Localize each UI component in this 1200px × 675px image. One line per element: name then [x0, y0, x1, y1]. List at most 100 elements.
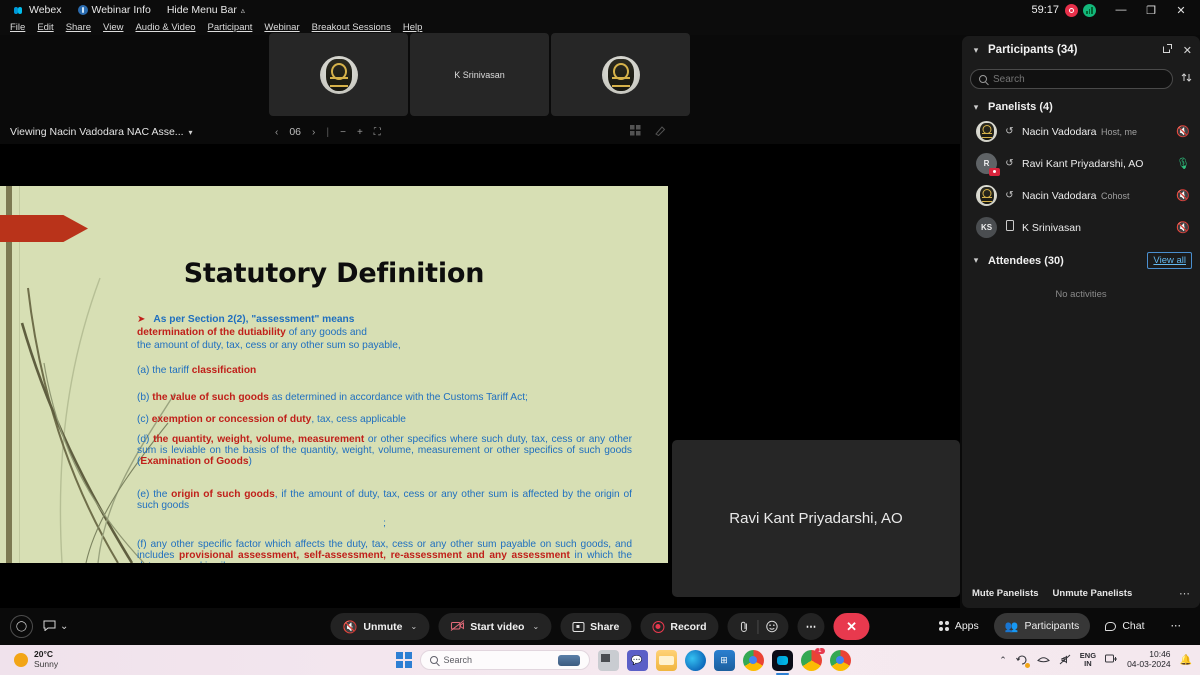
- active-speaker-tile[interactable]: Ravi Kant Priyadarshi, AO: [672, 440, 960, 597]
- chevron-down-icon[interactable]: ▾: [970, 102, 982, 113]
- list-item[interactable]: R ↺ Ravi Kant Priyadarshi, AO 🎙: [962, 147, 1200, 179]
- mic-muted-icon[interactable]: 🔇: [1176, 125, 1190, 138]
- item-c-rest: , tax, cess applicable: [311, 414, 406, 426]
- start-video-button[interactable]: Start video ⌄: [438, 613, 552, 640]
- menu-item-view[interactable]: View: [97, 22, 129, 33]
- share-button[interactable]: Share: [560, 613, 632, 640]
- widgets-panel-icon[interactable]: [597, 649, 619, 671]
- weather-widget[interactable]: 20°C Sunny: [0, 649, 58, 670]
- recording-indicator-icon[interactable]: [1065, 3, 1078, 17]
- item-e-prefix: (e) the: [137, 489, 172, 501]
- teams-icon[interactable]: 💬: [626, 649, 648, 671]
- panel-more-options-button[interactable]: ⋯: [1179, 587, 1190, 600]
- paperclip-icon[interactable]: [732, 620, 758, 633]
- tray-expand-icon[interactable]: ⌃: [999, 655, 1007, 666]
- search-box[interactable]: [970, 69, 1173, 89]
- end-meeting-button[interactable]: ✕: [833, 613, 870, 640]
- video-thumbnail[interactable]: [551, 33, 690, 116]
- menu-item-edit[interactable]: Edit: [31, 22, 59, 33]
- chevron-down-icon[interactable]: ⌄: [532, 622, 539, 631]
- menu-item-help[interactable]: Help: [397, 22, 429, 33]
- network-icon[interactable]: [1036, 654, 1050, 666]
- meet-icon[interactable]: 1: [800, 647, 825, 671]
- slide-lead-bullet: ➤ As per Section 2(2), "assessment" mean…: [137, 314, 632, 325]
- unmute-button[interactable]: 🔇 Unmute ⌄: [330, 613, 430, 640]
- menu-item-audio-video[interactable]: Audio & Video: [129, 22, 201, 33]
- mic-muted-icon[interactable]: 🔇: [1176, 189, 1190, 202]
- more-options-button[interactable]: ⋯: [797, 613, 825, 640]
- control-bar-more-button[interactable]: ⋯: [1160, 613, 1193, 639]
- taskbar-search-box[interactable]: Search: [419, 650, 590, 670]
- zoom-in-button[interactable]: +: [357, 127, 363, 138]
- grid-view-icon[interactable]: [630, 123, 641, 141]
- notifications-icon[interactable]: 🔔: [1180, 655, 1192, 666]
- chrome-icon[interactable]: [742, 649, 764, 671]
- hide-menu-bar-button[interactable]: Hide Menu Bar ▵: [159, 4, 253, 16]
- zoom-out-button[interactable]: −: [340, 127, 346, 138]
- list-item[interactable]: KS K Srinivasan 🔇: [962, 211, 1200, 243]
- mic-on-icon[interactable]: 🎙: [1176, 157, 1190, 170]
- apps-button[interactable]: Apps: [928, 613, 990, 639]
- circle-icon[interactable]: ◯: [10, 615, 33, 638]
- video-thumbnail[interactable]: K Srinivasan: [410, 33, 549, 116]
- chat-toggle-button[interactable]: ⌄: [43, 620, 68, 634]
- sort-icon[interactable]: [1181, 72, 1192, 86]
- video-thumbnail[interactable]: [269, 33, 408, 116]
- search-input[interactable]: [993, 73, 1164, 85]
- info-icon: [77, 5, 88, 15]
- webinar-info-button[interactable]: Webinar Info: [70, 4, 159, 16]
- prev-page-button[interactable]: ‹: [275, 127, 278, 138]
- mic-muted-icon[interactable]: 🔇: [1176, 221, 1190, 234]
- menu-item-webinar[interactable]: Webinar: [258, 22, 305, 33]
- language-indicator[interactable]: ENG IN: [1080, 652, 1096, 668]
- file-explorer-icon[interactable]: [655, 649, 677, 671]
- close-icon[interactable]: ✕: [1183, 44, 1192, 57]
- start-video-label: Start video: [470, 620, 525, 633]
- chrome-icon-2[interactable]: [829, 649, 851, 671]
- store-icon[interactable]: ⊞: [713, 649, 735, 671]
- annotate-icon[interactable]: [655, 123, 666, 141]
- mobile-icon: [1004, 220, 1015, 234]
- reaction-icon[interactable]: [759, 620, 785, 633]
- record-button[interactable]: Record: [640, 613, 719, 640]
- item-a-red: classification: [191, 365, 257, 377]
- maximize-button[interactable]: ❐: [1136, 0, 1166, 20]
- popout-icon[interactable]: [1162, 43, 1173, 57]
- chevron-down-icon[interactable]: ⌄: [411, 622, 418, 631]
- panelists-label: Panelists (4): [988, 101, 1053, 113]
- participants-button[interactable]: 👥 Participants: [993, 613, 1091, 639]
- clock[interactable]: 10:46 04-03-2024: [1127, 649, 1170, 670]
- start-icon[interactable]: [396, 652, 412, 668]
- minimize-button[interactable]: —: [1106, 0, 1136, 20]
- window-title-bar: Webex Webinar Info Hide Menu Bar ▵ 59:17…: [0, 0, 1200, 20]
- bullet-marker-icon: ➤: [137, 314, 146, 325]
- mute-panelists-button[interactable]: Mute Panelists: [972, 588, 1039, 599]
- chevron-down-icon[interactable]: ▾: [970, 45, 982, 56]
- menu-item-share[interactable]: Share: [60, 22, 97, 33]
- chat-button[interactable]: Chat: [1094, 613, 1155, 639]
- participant-name: Nacin Vadodara: [1022, 190, 1097, 202]
- menu-item-breakout-sessions[interactable]: Breakout Sessions: [306, 22, 397, 33]
- chevron-down-icon[interactable]: ▾: [970, 255, 982, 266]
- shared-slide[interactable]: Statutory Definition ➤ As per Section 2(…: [0, 186, 668, 563]
- fit-to-screen-button[interactable]: ⛶: [374, 127, 381, 138]
- list-item[interactable]: ↺ Nacin Vadodara Host, me 🔇: [962, 115, 1200, 147]
- menu-item-file[interactable]: File: [4, 22, 31, 33]
- menu-item-participant[interactable]: Participant: [202, 22, 259, 33]
- page-number: 06: [289, 126, 302, 138]
- unmute-panelists-button[interactable]: Unmute Panelists: [1053, 588, 1133, 599]
- network-signal-icon[interactable]: [1083, 3, 1096, 17]
- viewing-dropdown[interactable]: Viewing Nacin Vadodara NAC Asse... ▾: [0, 126, 193, 138]
- close-button[interactable]: ✕: [1166, 0, 1196, 20]
- view-all-button[interactable]: View all: [1147, 252, 1192, 269]
- slide-lead-text: As per Section 2(2), "assessment" means: [153, 314, 355, 325]
- updates-icon[interactable]: [1015, 654, 1030, 668]
- webex-webinar-window: Webex Webinar Info Hide Menu Bar ▵ 59:17…: [0, 0, 1200, 675]
- display-settings-icon[interactable]: [1105, 654, 1118, 667]
- webex-icon[interactable]: [771, 649, 793, 675]
- widgets-icon[interactable]: [557, 654, 580, 666]
- edge-icon[interactable]: [684, 649, 706, 671]
- list-item[interactable]: ↺ Nacin Vadodara Cohost 🔇: [962, 179, 1200, 211]
- volume-muted-icon[interactable]: [1059, 654, 1071, 667]
- next-page-button[interactable]: ›: [312, 127, 315, 138]
